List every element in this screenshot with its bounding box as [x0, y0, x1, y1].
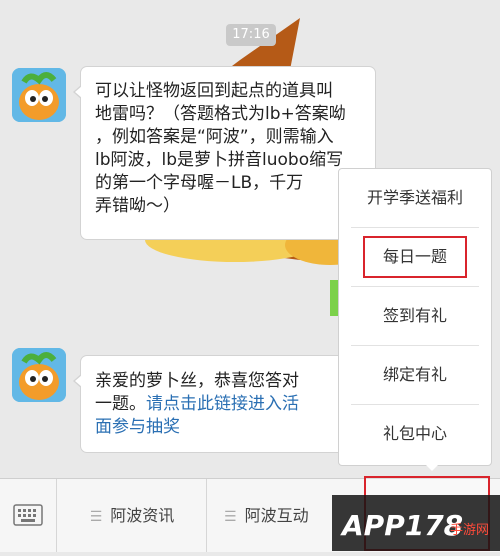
watermark: APP178 手游网 [332, 495, 500, 551]
timestamp: 17:16 [226, 24, 276, 46]
keyboard-icon [13, 504, 43, 526]
menu-item-welfare[interactable]: 开学季送福利 [351, 169, 479, 228]
avatar[interactable] [12, 68, 66, 122]
message-line: 可以让怪物返回到起点的道具叫 [95, 81, 333, 101]
message-bubble: 可以让怪物返回到起点的道具叫 地雷吗？（答题格式为lb+答案呦 ，例如答案是“阿… [73, 66, 376, 240]
message-line: 的第一个字母喔－LB，千万 [95, 173, 304, 193]
popup-menu: 开学季送福利 每日一题 签到有礼 绑定有礼 礼包中心 [338, 168, 492, 466]
lottery-link[interactable]: 请点击此链接进入活 [146, 394, 299, 414]
message-line: ，例如答案是“阿波”，则需输入 [95, 127, 334, 147]
lottery-link-cont[interactable]: 面参与抽奖 [95, 416, 355, 439]
message-line: 地雷吗？（答题格式为lb+答案呦 [95, 104, 346, 124]
message-bubble: 亲爱的萝卜丝，恭喜您答对 一题。请点击此链接进入活 面参与抽奖 [73, 355, 370, 453]
menu-tab-label: 阿波互动 [244, 506, 309, 525]
message-line: 亲爱的萝卜丝，恭喜您答对 [95, 371, 299, 391]
menu-lines-icon: ☰ [89, 509, 103, 525]
carrot-avatar-icon [12, 348, 66, 402]
menu-tab-label: 阿波资讯 [110, 506, 175, 525]
menu-tab-interaction[interactable]: ☰ 阿波互动 [208, 479, 338, 552]
menu-item-gift-center[interactable]: 礼包中心 [351, 405, 479, 463]
keyboard-toggle-button[interactable] [0, 479, 57, 552]
message-line: lb阿波，lb是萝卜拼音luobo缩写 [95, 150, 344, 170]
watermark-sub: 手游网 [450, 523, 490, 538]
menu-item-daily-question[interactable]: 每日一题 [351, 228, 479, 287]
carrot-avatar-icon [12, 68, 66, 122]
menu-lines-icon: ☰ [224, 509, 237, 525]
menu-tab-news[interactable]: ☰ 阿波资讯 [58, 479, 207, 552]
message-line: 一题。 [95, 394, 146, 414]
menu-item-checkin[interactable]: 签到有礼 [351, 287, 479, 346]
menu-item-bind[interactable]: 绑定有礼 [351, 346, 479, 405]
avatar[interactable] [12, 348, 66, 402]
watermark-main: APP178 [342, 509, 464, 542]
message-line: 弄错呦～） [95, 196, 180, 216]
menu-item-label: 每日一题 [362, 236, 467, 278]
menu-pointer [424, 463, 440, 471]
